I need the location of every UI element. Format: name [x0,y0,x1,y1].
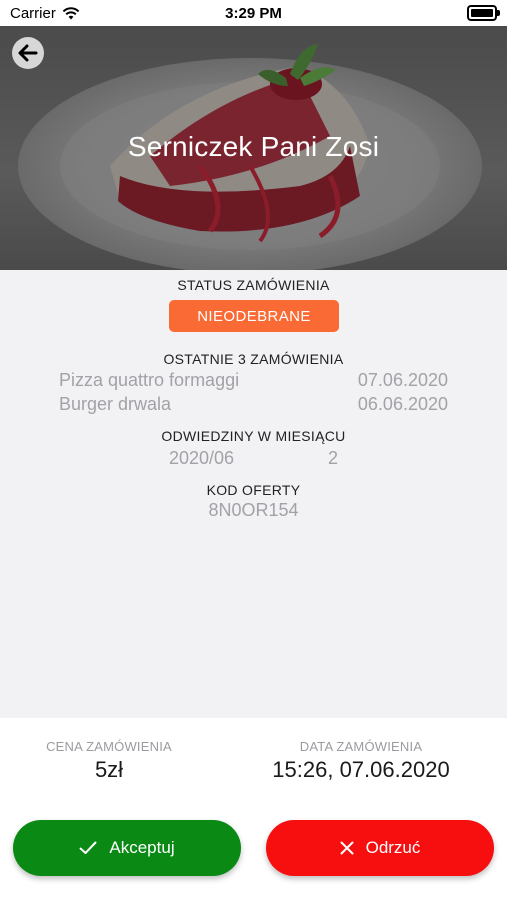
status-bar: Carrier 3:29 PM [0,0,507,26]
date-value: 15:26, 07.06.2020 [272,757,450,782]
offer-code-label: KOD OFERTY [206,482,301,498]
back-button[interactable] [12,37,44,69]
offer-code-value: 8N0OR154 [208,500,299,520]
close-icon [340,841,354,855]
recent-order-name: Burger drwala [59,394,172,414]
accept-button[interactable]: Akceptuj [13,820,241,876]
recent-order-name: Pizza quattro formaggi [59,370,240,390]
restaurant-title: Serniczek Pani Zosi [127,131,380,162]
clock: 3:29 PM [225,5,282,22]
reject-label: Odrzuć [365,838,421,857]
hero-image: Serniczek Pani Zosi [0,26,507,270]
battery-icon [467,5,500,21]
arrow-left-icon [18,44,38,62]
recent-orders-label: OSTATNIE 3 ZAMÓWIENIA [163,351,344,367]
reject-button[interactable]: Odrzuć [266,820,494,876]
recent-order-date: 06.06.2020 [357,394,448,414]
check-icon [79,841,97,854]
price-label: CENA ZAMÓWIENIA [46,739,172,754]
status-label: STATUS ZAMÓWIENIA [177,277,330,293]
recent-order-date: 07.06.2020 [357,370,448,390]
visits-label: ODWIEDZINY W MIESIĄCU [161,428,346,444]
visits-month: 2020/06 [169,448,235,468]
visits-count: 2 [327,448,338,468]
accept-label: Akceptuj [109,838,175,857]
date-label: DATA ZAMÓWIENIA [299,739,423,754]
price-value: 5zł [94,757,124,782]
status-badge: NIEODEBRANE [169,300,339,332]
